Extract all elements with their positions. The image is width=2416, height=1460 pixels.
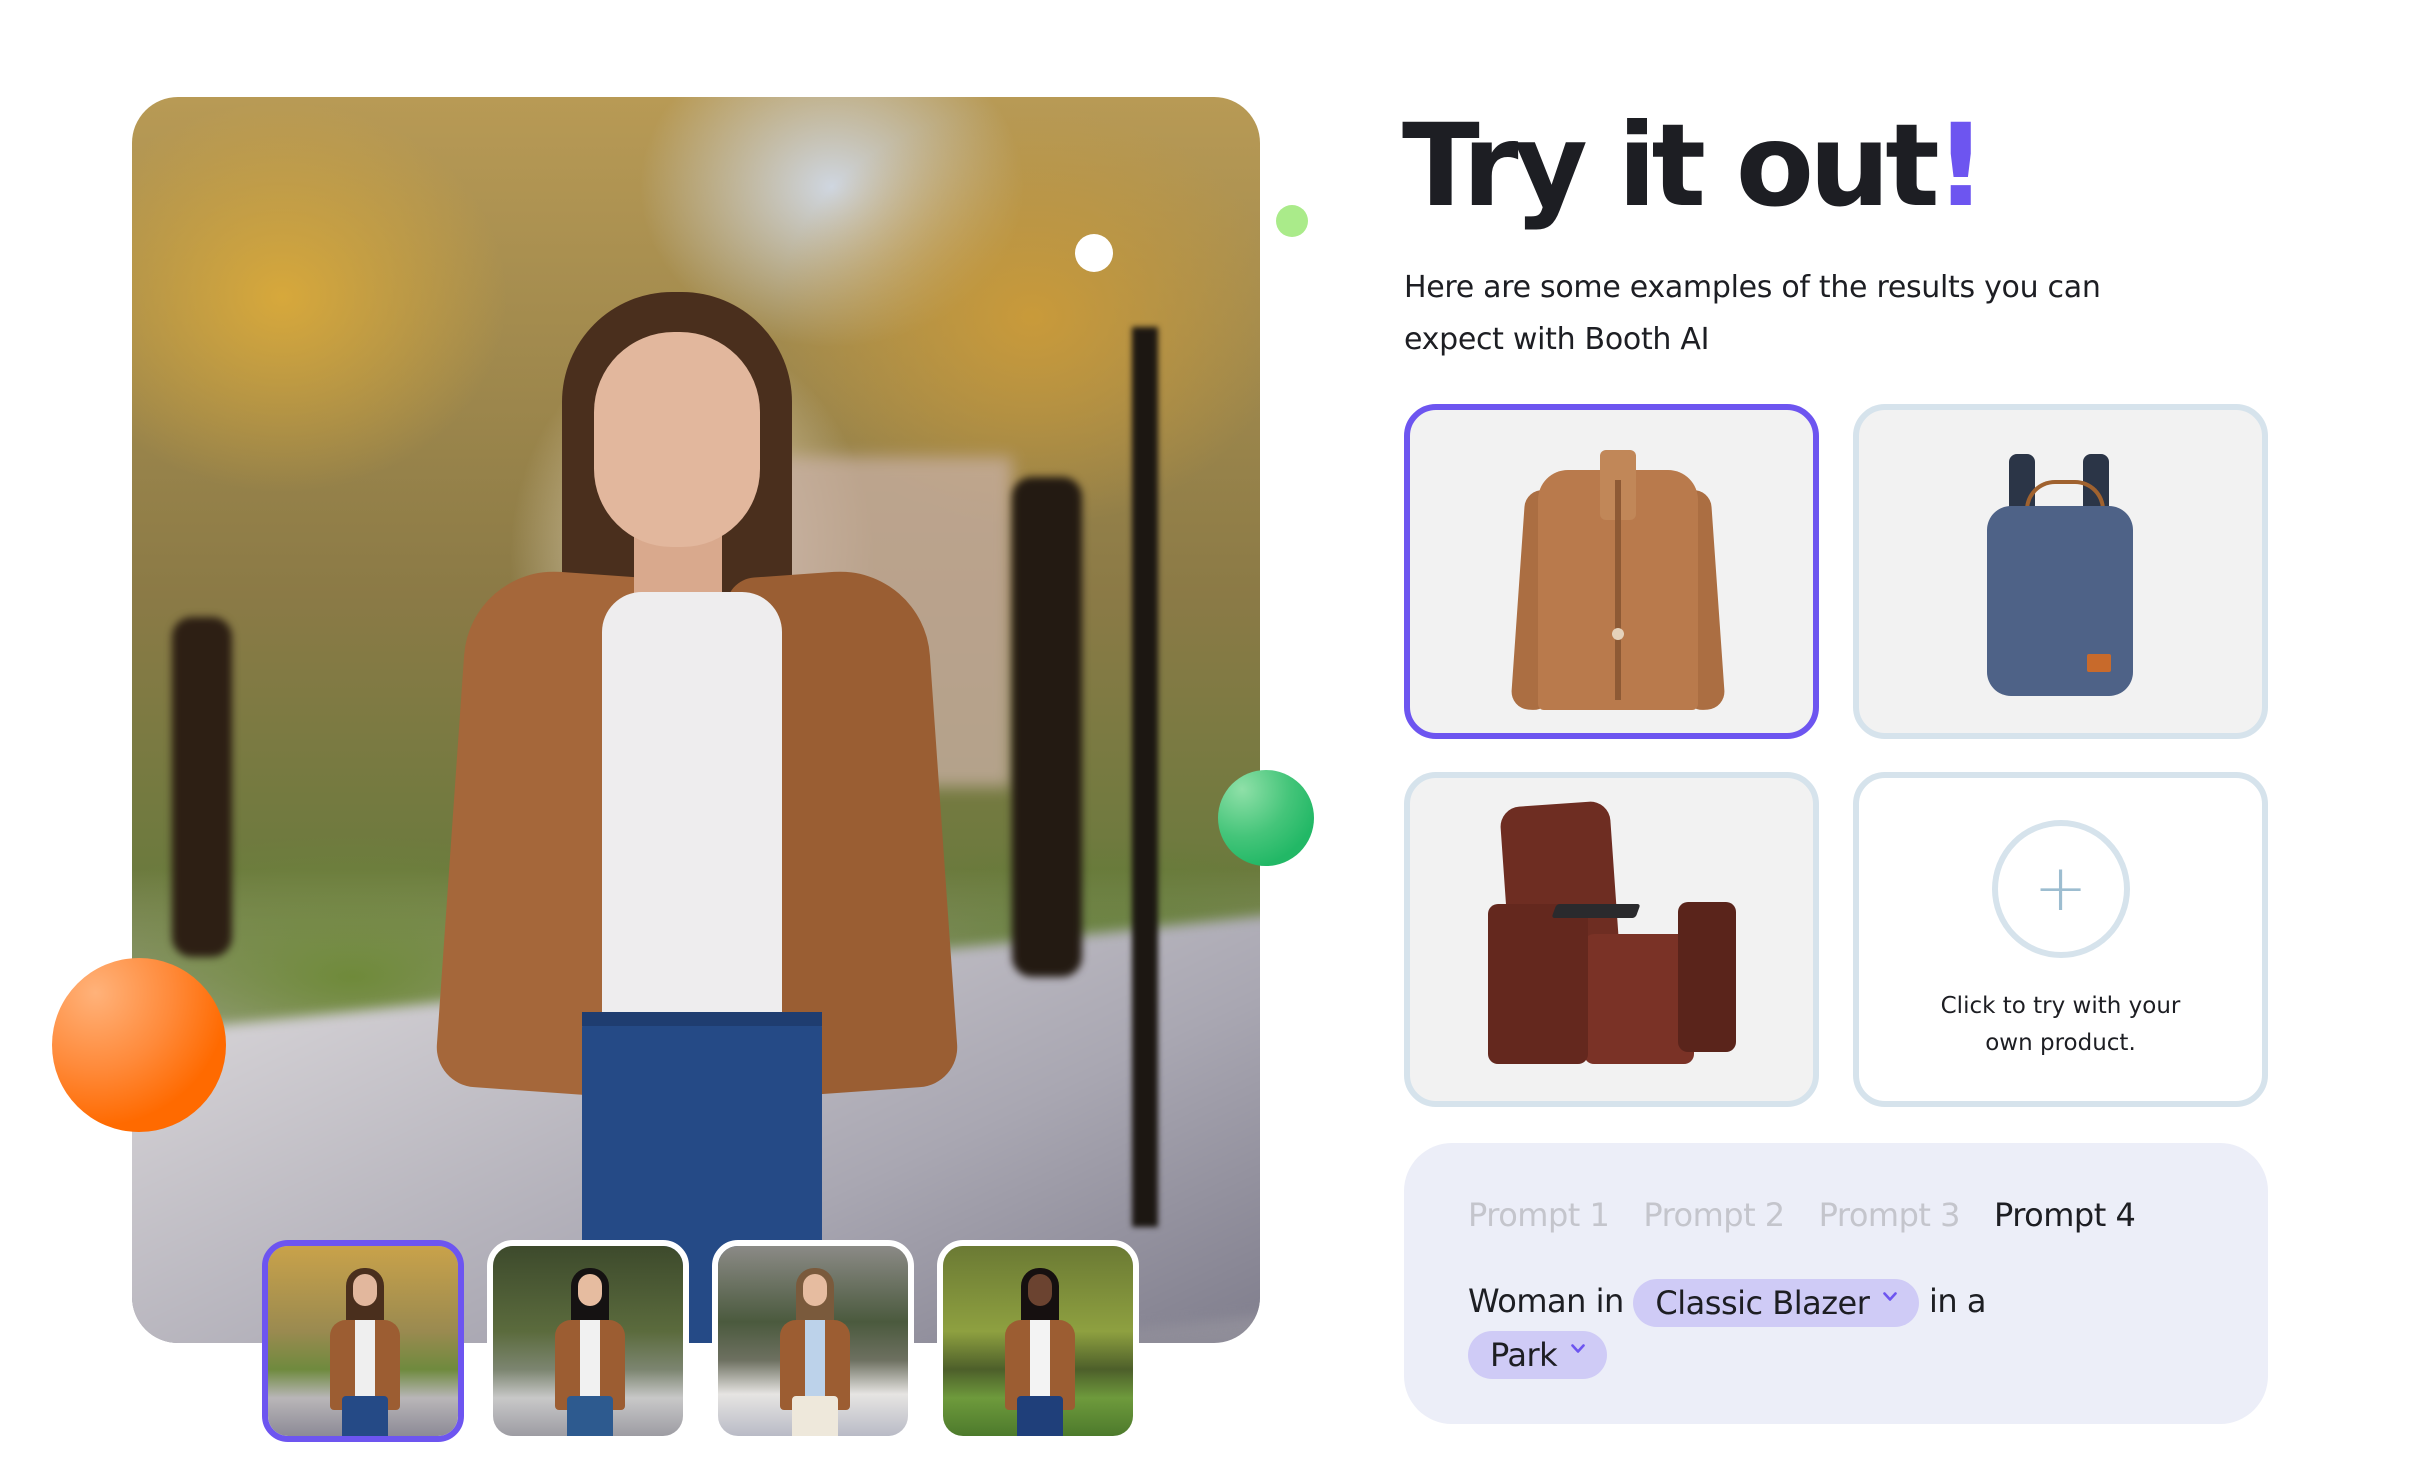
white-top [602,592,782,1022]
chevron-down-icon [1571,1344,1585,1358]
item-dropdown-value: Classic Blazer [1655,1284,1870,1322]
chevron-down-icon [1883,1292,1898,1306]
thumbnail-3[interactable] [712,1240,914,1442]
tab-prompt-3[interactable]: Prompt 3 [1819,1193,1961,1237]
decorative-green-ball [1218,770,1314,866]
tab-prompt-4[interactable]: Prompt 4 [1994,1193,2136,1237]
prompt-connector: in a [1929,1282,1986,1320]
tree-trunk [172,617,232,957]
product-card-blazer[interactable] [1404,404,1819,739]
blazer-image [1510,450,1726,712]
prompt-prefix: Woman in [1468,1282,1624,1320]
product-card-backpack[interactable] [1853,404,2268,739]
decorative-light-green-dot [1276,205,1308,237]
decorative-orange-ball [52,958,226,1132]
prompt-tabs: Prompt 1 Prompt 2 Prompt 3 Prompt 4 [1468,1193,2136,1237]
section-title: Try it out! [1402,96,1987,236]
plus-icon[interactable]: + [1991,820,2130,958]
section-subtitle: Here are some examples of the results yo… [1404,270,2101,357]
plus-glyph: + [2033,852,2088,926]
hero-photo [132,97,1260,1343]
face [594,332,760,547]
location-dropdown[interactable]: Park [1468,1331,1608,1379]
upload-product-card[interactable]: + Click to try with your own product. [1853,772,2268,1107]
lamp-post [1132,327,1158,1227]
tree-trunk [1012,477,1082,977]
prompt-panel: Prompt 1 Prompt 2 Prompt 3 Prompt 4 Woma… [1404,1143,2268,1424]
decorative-white-dot [1075,234,1113,272]
product-card-recliner[interactable] [1404,772,1819,1107]
tab-prompt-1[interactable]: Prompt 1 [1468,1193,1610,1237]
backpack-image [1987,454,2137,696]
item-dropdown[interactable]: Classic Blazer [1633,1279,1920,1327]
recliner-image [1488,800,1738,1074]
thumbnail-1[interactable] [262,1240,464,1442]
tab-prompt-2[interactable]: Prompt 2 [1643,1193,1785,1237]
location-dropdown-value: Park [1490,1336,1558,1374]
title-exclamation: ! [1934,99,1987,232]
title-text: Try it out [1402,99,1940,232]
upload-instructions: Click to try with your own product. [1940,993,2181,1056]
model-figure [422,292,982,1343]
thumbnail-4[interactable] [937,1240,1139,1442]
prompt-sentence: Woman in Classic Blazer in a Park [1468,1275,2088,1379]
waistband [582,1012,822,1026]
thumbnail-2[interactable] [487,1240,689,1442]
